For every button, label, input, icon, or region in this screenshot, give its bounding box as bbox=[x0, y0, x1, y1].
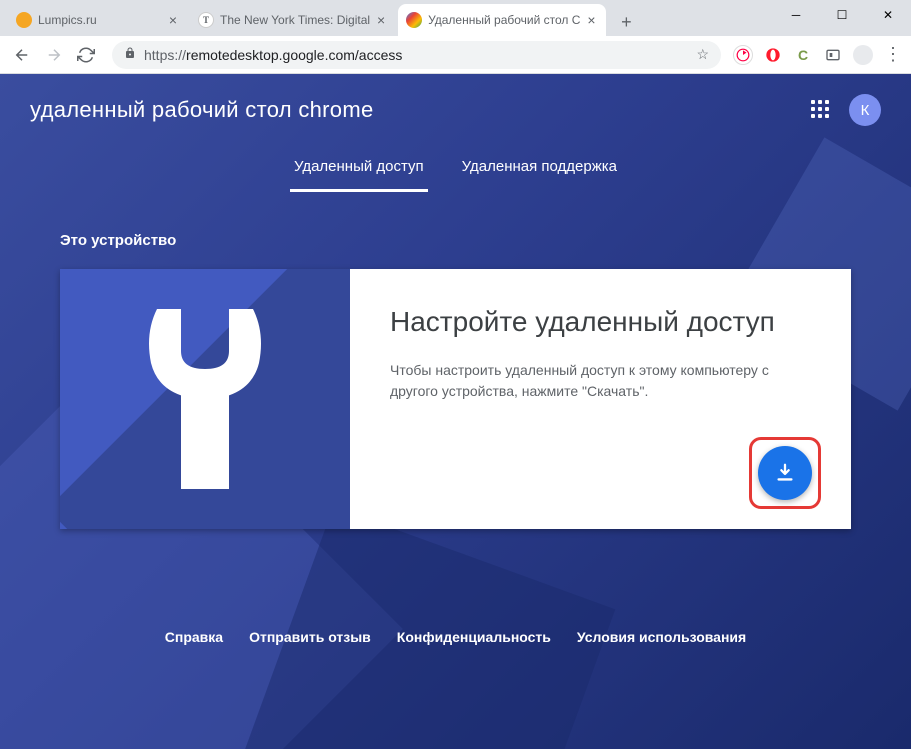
close-icon[interactable]: × bbox=[374, 13, 388, 27]
card-body: Настройте удаленный доступ Чтобы настрои… bbox=[350, 269, 851, 529]
back-button[interactable] bbox=[8, 41, 36, 69]
avatar[interactable]: К bbox=[849, 94, 881, 126]
url-text: https://remotedesktop.google.com/access bbox=[144, 47, 402, 63]
address-bar: https://remotedesktop.google.com/access … bbox=[0, 36, 911, 74]
favicon-icon bbox=[16, 12, 32, 28]
card-description: Чтобы настроить удаленный доступ к этому… bbox=[390, 360, 770, 402]
minimize-button[interactable]: ─ bbox=[773, 0, 819, 30]
apps-icon[interactable] bbox=[811, 100, 831, 120]
card-illustration bbox=[60, 269, 350, 529]
lock-icon bbox=[124, 47, 136, 62]
tab-remote-support[interactable]: Удаленная поддержка bbox=[458, 148, 621, 192]
reload-button[interactable] bbox=[72, 41, 100, 69]
favicon-icon bbox=[406, 12, 422, 28]
profile-icon[interactable] bbox=[853, 45, 873, 65]
wrench-icon bbox=[145, 309, 265, 489]
footer-feedback[interactable]: Отправить отзыв bbox=[249, 629, 371, 645]
toolbar-extensions: C ⋮ bbox=[733, 45, 903, 65]
brand-title: удаленный рабочий стол chrome bbox=[30, 97, 374, 123]
extension-icon[interactable] bbox=[733, 45, 753, 65]
tab-title: Lumpics.ru bbox=[38, 13, 162, 27]
footer-privacy[interactable]: Конфиденциальность bbox=[397, 629, 551, 645]
footer-terms[interactable]: Условия использования bbox=[577, 629, 746, 645]
footer: Справка Отправить отзыв Конфиденциальнос… bbox=[0, 549, 911, 665]
tab-remote-access[interactable]: Удаленный доступ bbox=[290, 148, 428, 192]
download-highlight bbox=[749, 437, 821, 509]
page-content: удаленный рабочий стол chrome К Удаленны… bbox=[0, 74, 911, 749]
nav-tabs: Удаленный доступ Удаленная поддержка bbox=[0, 148, 911, 192]
close-window-button[interactable]: ✕ bbox=[865, 0, 911, 30]
window-controls: ─ ☐ ✕ bbox=[773, 0, 911, 30]
omnibox[interactable]: https://remotedesktop.google.com/access … bbox=[112, 41, 721, 69]
browser-tab[interactable]: T The New York Times: Digital × bbox=[190, 4, 396, 36]
page-header: удаленный рабочий стол chrome К bbox=[0, 74, 911, 136]
extension-icon[interactable] bbox=[763, 45, 783, 65]
menu-icon[interactable]: ⋮ bbox=[883, 45, 903, 65]
browser-tab-active[interactable]: Удаленный рабочий стол C × bbox=[398, 4, 606, 36]
close-icon[interactable]: × bbox=[166, 13, 180, 27]
forward-button[interactable] bbox=[40, 41, 68, 69]
device-section: Это устройство Настройте удаленный досту… bbox=[0, 192, 911, 549]
footer-help[interactable]: Справка bbox=[165, 629, 223, 645]
tab-title: Удаленный рабочий стол C bbox=[428, 13, 580, 27]
close-icon[interactable]: × bbox=[584, 13, 598, 27]
bookmark-icon[interactable]: ☆ bbox=[696, 46, 709, 63]
favicon-icon: T bbox=[198, 12, 214, 28]
download-button[interactable] bbox=[758, 446, 812, 500]
section-title: Это устройство bbox=[60, 232, 851, 249]
browser-tab[interactable]: Lumpics.ru × bbox=[8, 4, 188, 36]
card-heading: Настройте удаленный доступ bbox=[390, 304, 811, 340]
extension-icon[interactable]: C bbox=[793, 45, 813, 65]
browser-tabstrip: Lumpics.ru × T The New York Times: Digit… bbox=[0, 0, 911, 36]
maximize-button[interactable]: ☐ bbox=[819, 0, 865, 30]
setup-card: Настройте удаленный доступ Чтобы настрои… bbox=[60, 269, 851, 529]
download-icon bbox=[774, 462, 796, 484]
new-tab-button[interactable]: + bbox=[612, 8, 640, 36]
extension-icon[interactable] bbox=[823, 45, 843, 65]
tab-title: The New York Times: Digital bbox=[220, 13, 370, 27]
